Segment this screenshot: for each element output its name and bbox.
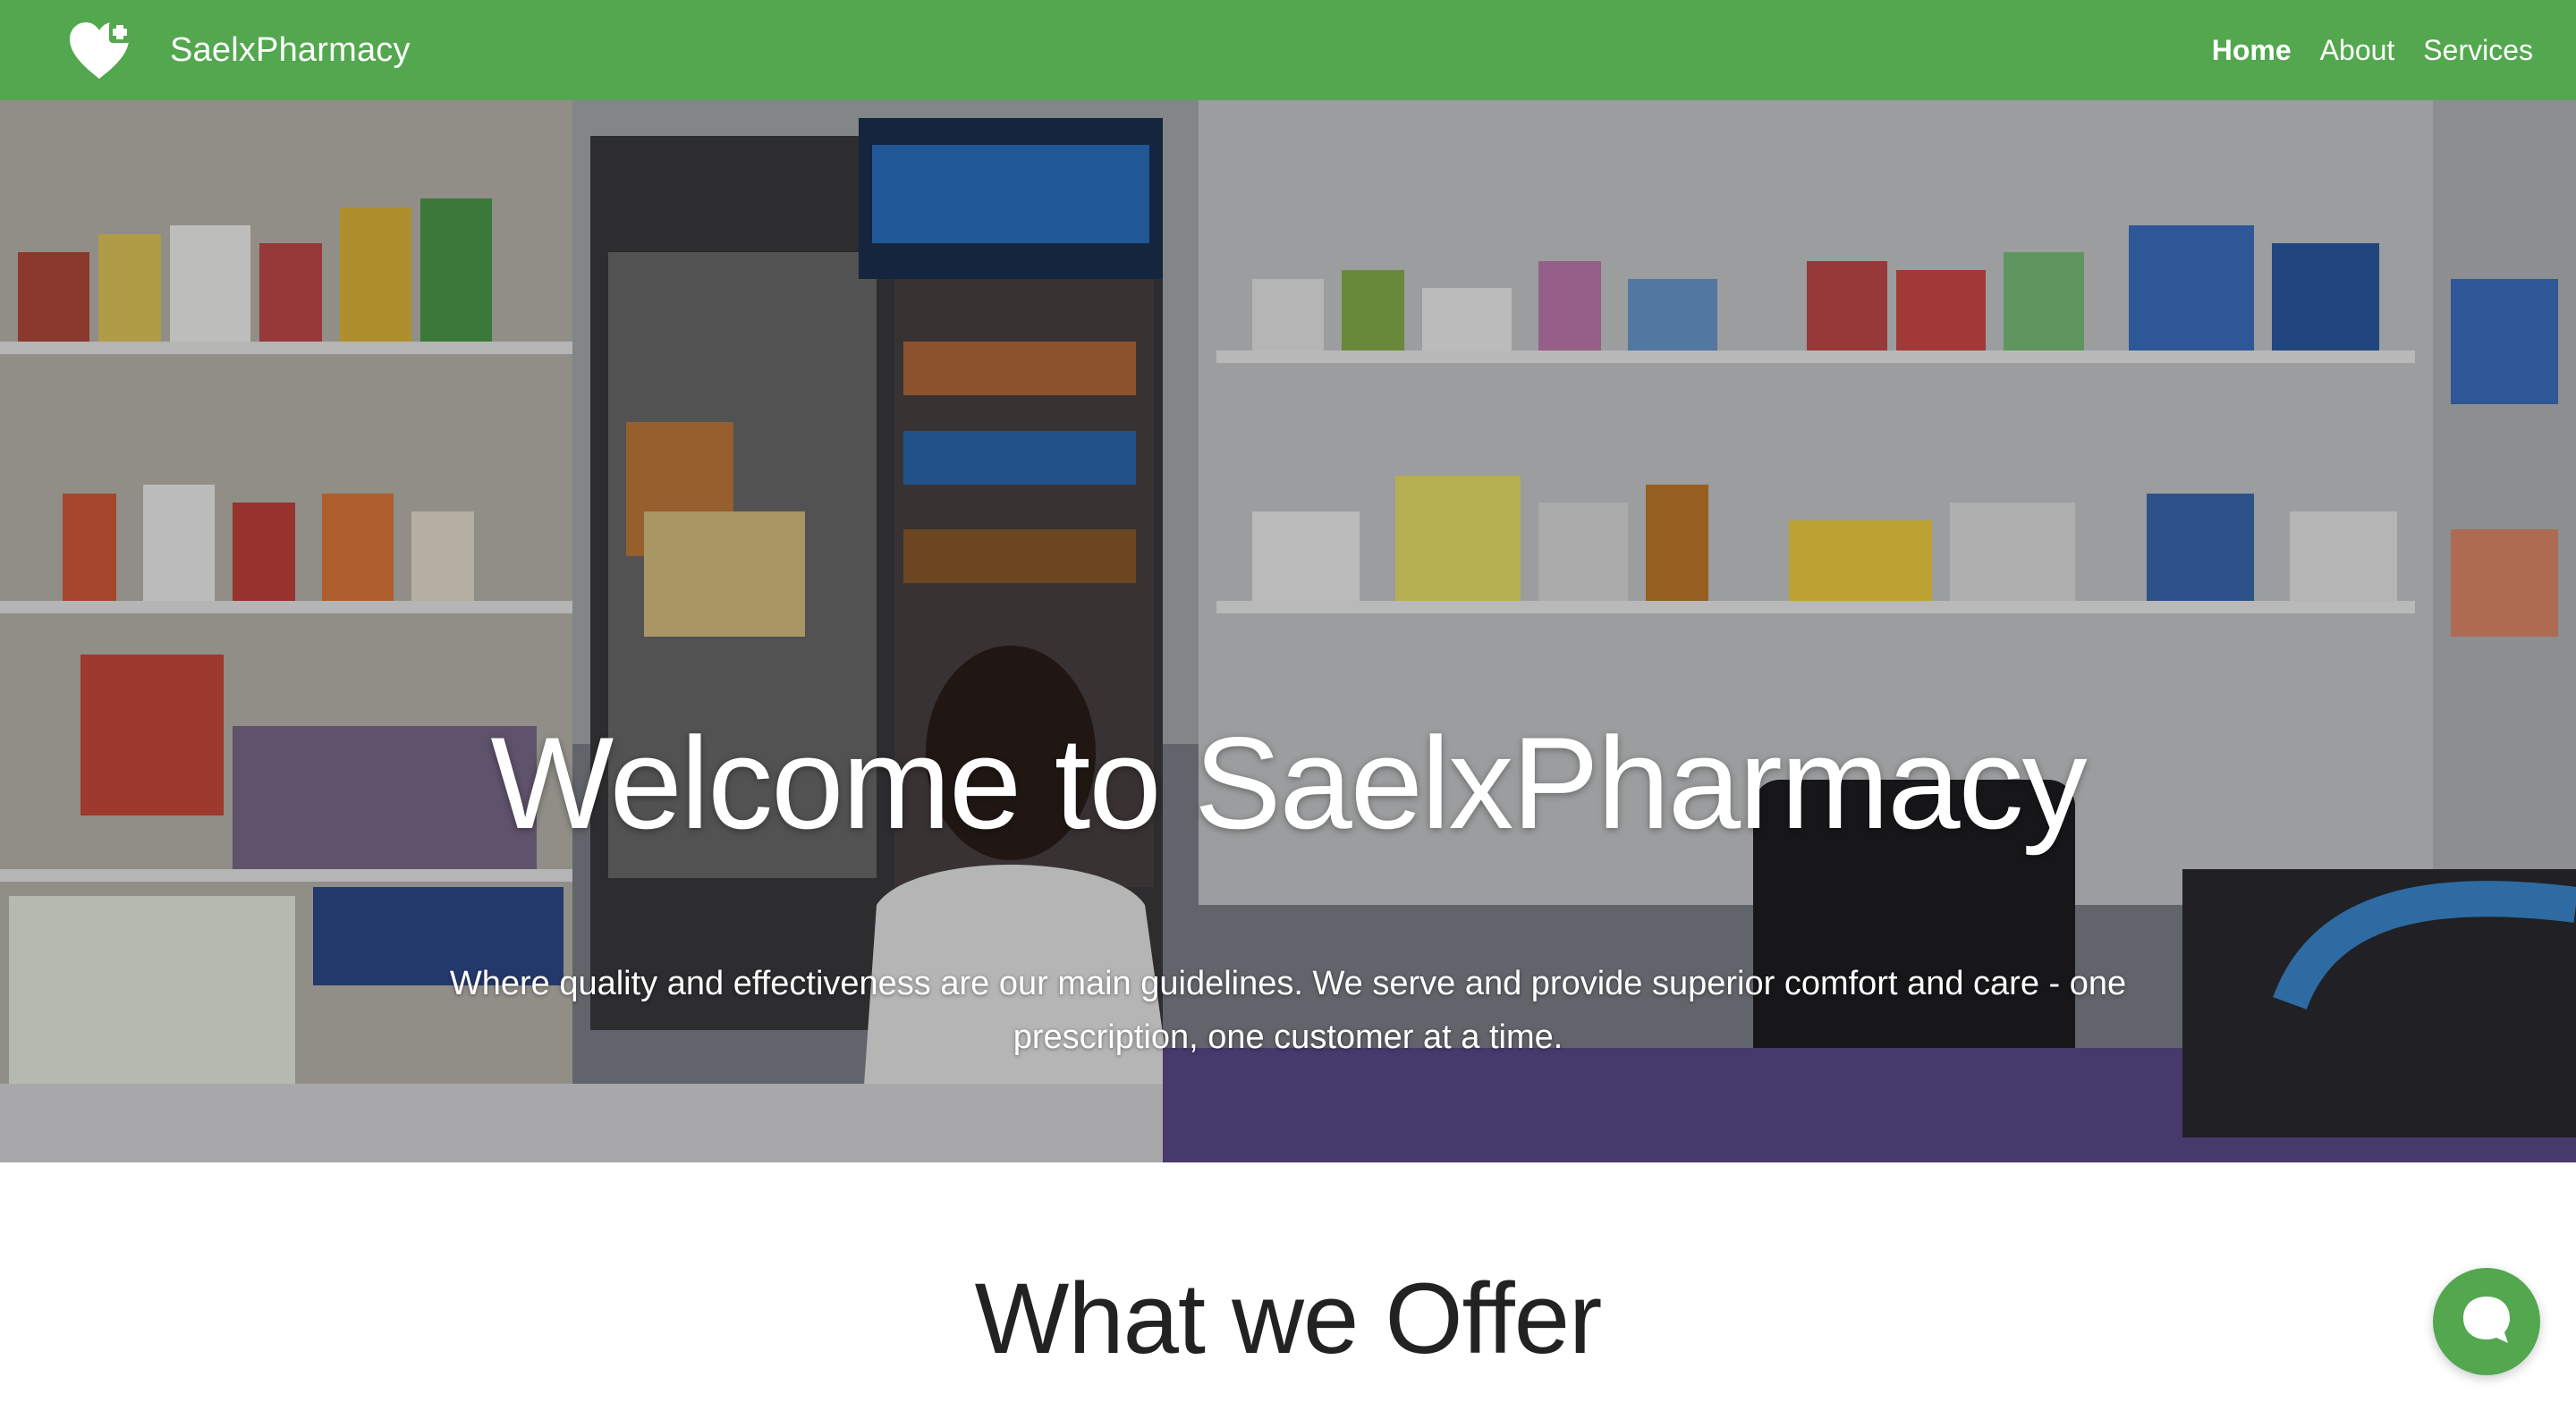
brand-name: SaelxPharmacy [170, 30, 411, 69]
navbar: SaelxPharmacy Home About Services [0, 0, 2576, 100]
heart-plus-icon [66, 20, 132, 80]
nav-link-home[interactable]: Home [2212, 34, 2292, 67]
offer-title: What we Offer [974, 1263, 1603, 1374]
nav-link-services[interactable]: Services [2423, 34, 2533, 67]
offer-section: What we Offer [0, 1162, 2576, 1411]
hero-section: Welcome to SaelxPharmacy Where quality a… [0, 100, 2576, 1162]
chat-button[interactable] [2433, 1268, 2540, 1375]
hero-subtitle: Where quality and effectiveness are our … [449, 965, 2127, 1056]
nav-link-about[interactable]: About [2320, 34, 2395, 67]
chat-bubble-icon [2458, 1291, 2515, 1353]
hero-title: Welcome to SaelxPharmacy [490, 710, 2087, 856]
brand-link[interactable]: SaelxPharmacy [66, 20, 411, 80]
nav-links: Home About Services [2212, 34, 2533, 67]
